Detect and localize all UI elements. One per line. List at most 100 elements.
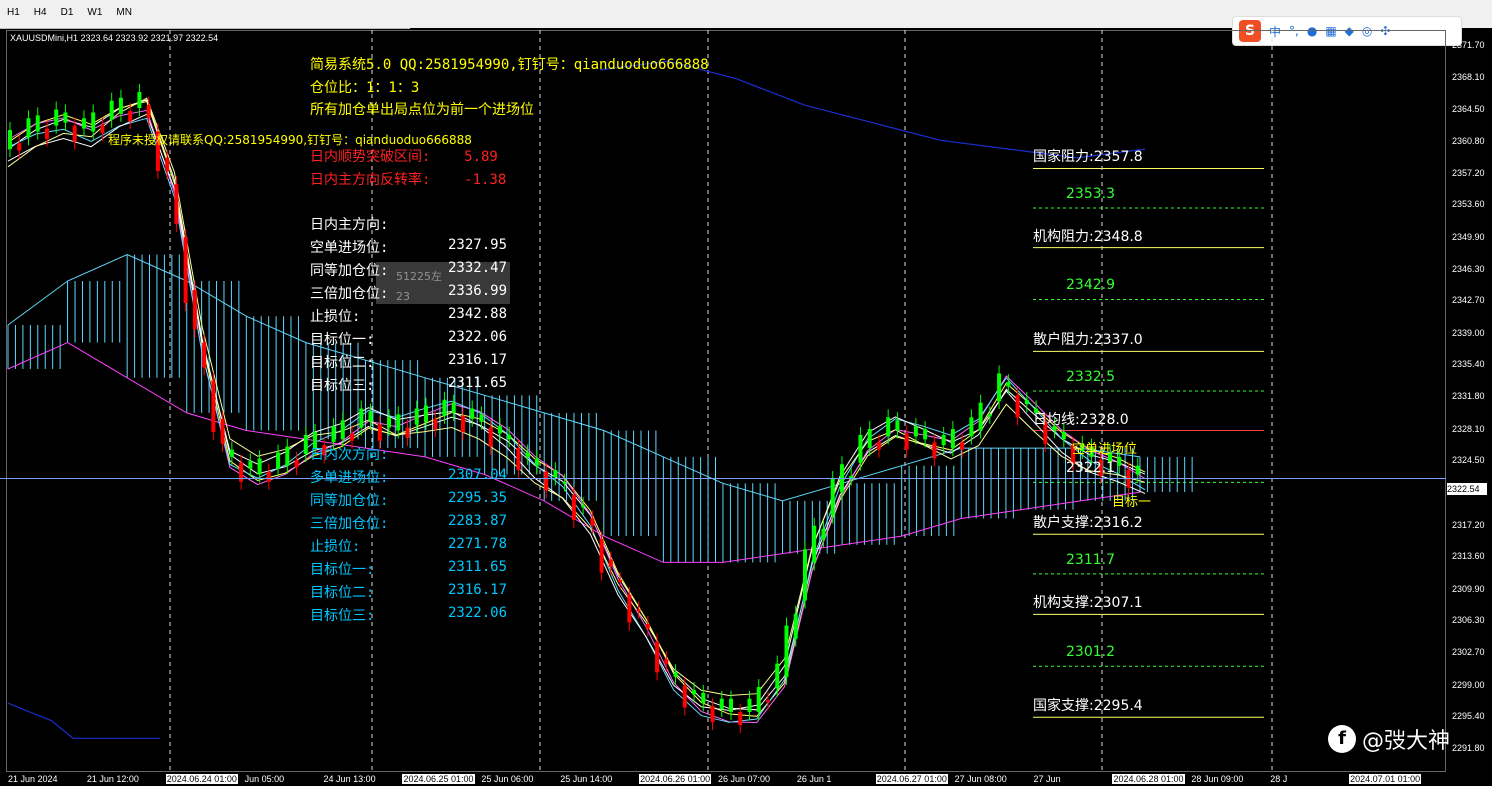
tf-h4-button[interactable]: H4 (27, 0, 54, 26)
x-tick-label: 27 Jun 08:00 (954, 774, 1007, 784)
candle-body (414, 408, 419, 425)
candle-body (525, 452, 530, 457)
symbol-header: XAUUSDMini,H1 2323.64 2323.92 2321.97 23… (10, 33, 219, 43)
level-label: 2301.2 (1066, 644, 1115, 661)
candle-body (590, 518, 595, 526)
candle-body (673, 672, 678, 677)
candle-body (581, 505, 586, 508)
sub-direction-label: 日内次方向: (310, 447, 389, 463)
level-label: 国家支撑:2295.4 (1033, 698, 1143, 715)
candle-body (886, 417, 891, 437)
x-tick-label: 2024.06.28 01:00 (1112, 774, 1185, 784)
candle-body (923, 429, 928, 440)
candle-body (636, 609, 641, 612)
y-tick-label: 2306.30 (1452, 615, 1485, 626)
candle-body (507, 434, 512, 440)
short_rows-label: 三倍加仓位: (310, 286, 389, 302)
candle-body (802, 549, 807, 601)
x-tick-label: 2024.06.24 01:00 (165, 774, 238, 784)
level-label: 日均线:2328.0 (1033, 411, 1129, 428)
candle-body (488, 427, 493, 447)
candle-body (729, 698, 734, 712)
candle-body (460, 415, 465, 432)
y-tick-label: 2291.80 (1452, 742, 1485, 753)
tf-w1-button[interactable]: W1 (80, 0, 109, 26)
short_rows-label: 目标位二: (310, 355, 375, 371)
y-tick-label: 2357.20 (1452, 167, 1485, 178)
ma-line (7, 99, 1146, 711)
level-label: 机构阻力:2348.8 (1033, 228, 1143, 245)
candle-body (81, 118, 86, 129)
candle-body (719, 698, 724, 710)
candle-body (1024, 399, 1029, 405)
x-tick-label: 2024.06.27 01:00 (875, 774, 948, 784)
long_rows-value: 2295.35 (448, 490, 508, 506)
candle-body (932, 442, 937, 459)
candle-body (987, 414, 992, 417)
candle-body (849, 475, 854, 478)
short_rows-value: 2311.65 (448, 375, 508, 391)
candle-body (608, 559, 613, 567)
long_rows-label: 目标位一: (310, 562, 375, 578)
candle-body (516, 448, 521, 471)
candle-body (738, 711, 743, 726)
candle-body (257, 458, 262, 475)
candle-body (701, 692, 706, 704)
candle-body (128, 110, 133, 122)
level-label: 散户阻力:2337.0 (1033, 332, 1143, 349)
candle-body (266, 471, 271, 482)
candle-body (72, 125, 77, 142)
y-tick-label: 2335.40 (1452, 359, 1485, 370)
long_rows-label: 同等加仓位: (310, 493, 389, 509)
y-tick-label: 2302.70 (1452, 647, 1485, 658)
candle-body (276, 452, 281, 469)
tf-d1-button[interactable]: D1 (54, 0, 81, 26)
candle-body (1006, 382, 1011, 387)
candle-body (1135, 465, 1140, 475)
long_rows-value: 2316.17 (448, 582, 508, 598)
candle-body (821, 528, 826, 539)
long_rows-label: 三倍加仓位: (310, 516, 389, 532)
candle-body (377, 424, 382, 441)
candle-body (183, 237, 188, 303)
short_rows-value: 2322.06 (448, 329, 508, 345)
level-label: 散户支撑:2316.2 (1033, 515, 1143, 532)
level-label: 2311.7 (1066, 551, 1115, 568)
y-tick-label: 2364.50 (1452, 103, 1485, 114)
tf-h1-button[interactable]: H1 (0, 0, 27, 26)
position-ratio: 仓位比：1：1：3 (310, 80, 420, 96)
candle-body (229, 449, 234, 457)
reversal-rate: 日内主方向反转率: -1.38 (310, 172, 507, 188)
short_rows-value: 2342.88 (448, 306, 508, 322)
short_rows-label: 空单进场位: (310, 240, 389, 256)
candle-body (63, 112, 68, 123)
candle-body (775, 663, 780, 689)
y-tick-label: 2328.10 (1452, 423, 1485, 434)
candle-body (303, 434, 308, 454)
candle-body (220, 418, 225, 444)
candle-body (941, 434, 946, 446)
timeframe-toolbar: H1 H4 D1 W1 MN (0, 0, 410, 29)
candle-body (340, 420, 345, 440)
candle-body (1117, 456, 1122, 466)
short_rows-label: 止损位: (310, 309, 361, 325)
tf-mn-button[interactable]: MN (109, 0, 139, 26)
x-tick-label: 28 Jun 09:00 (1191, 774, 1244, 784)
short_rows-value: 2332.47 (448, 260, 508, 276)
x-tick-label: 21 Jun 2024 (8, 774, 58, 784)
candle-body (1015, 395, 1020, 418)
short_rows-value: 2336.99 (448, 283, 508, 299)
candle-body (997, 373, 1002, 402)
y-tick-label: 2368.10 (1452, 71, 1485, 82)
candle-body (405, 427, 410, 438)
candle-body (645, 624, 650, 629)
x-tick-label: 28 J (1270, 774, 1288, 784)
candle-body (710, 706, 715, 723)
candle-body (571, 495, 576, 520)
level-label: 2342.9 (1066, 277, 1115, 294)
x-tick-label: 25 Jun 14:00 (560, 774, 613, 784)
candle-body (35, 115, 40, 132)
short_rows-label: 同等加仓位: (310, 263, 389, 279)
candle-body (174, 184, 179, 224)
candle-body (562, 481, 567, 484)
